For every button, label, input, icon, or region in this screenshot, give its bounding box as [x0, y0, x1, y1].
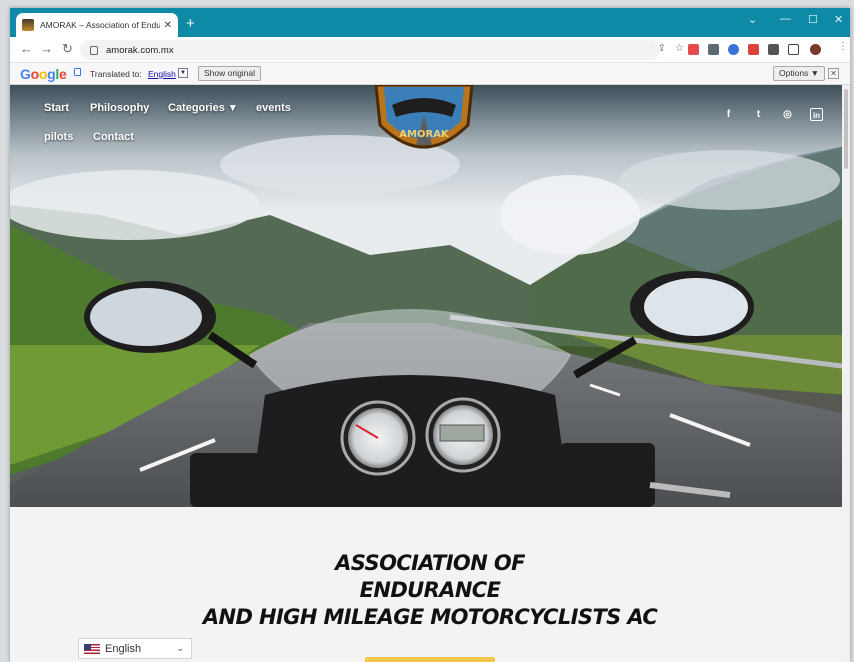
extension-2-icon[interactable] [708, 44, 719, 55]
linkedin-icon[interactable]: in [810, 108, 823, 121]
heading-line-2: ENDURANCE [359, 578, 501, 602]
secure-lock-icon [74, 68, 81, 76]
extensions-puzzle-icon[interactable] [768, 44, 779, 55]
new-tab-button[interactable]: + [186, 15, 195, 32]
google-logo: Google [20, 66, 67, 82]
forward-icon[interactable]: → [40, 41, 53, 56]
bookmark-star-icon[interactable]: ☆ [675, 43, 684, 54]
tab-strip: AMORAK – Association of Endur... ✕ + ⌄ —… [10, 8, 850, 37]
translate-bar: Google Translated to: English ▼ Show ori… [10, 63, 850, 85]
heading-line-1: ASSOCIATION OF [335, 551, 525, 575]
main-content: ASSOCIATION OF ENDURANCE AND HIGH MILEAG… [10, 507, 850, 662]
profile-avatar[interactable] [810, 44, 821, 55]
browser-tab[interactable]: AMORAK – Association of Endur... ✕ [16, 13, 178, 37]
hero-image: Start Philosophy Categories ▾ events pil… [10, 85, 850, 507]
categories-chevron-icon[interactable]: ▾ [230, 101, 236, 114]
minimize-icon[interactable]: — [780, 13, 791, 25]
language-selector[interactable]: English ⌄ [78, 638, 192, 659]
nav-philosophy[interactable]: Philosophy [90, 102, 149, 114]
lock-icon [90, 45, 98, 55]
address-bar[interactable]: amorak.com.mx [80, 40, 660, 60]
logo-text: AMORAK [399, 129, 450, 140]
page-heading: ASSOCIATION OF ENDURANCE AND HIGH MILEAG… [10, 550, 850, 631]
share-icon[interactable]: ⇪ [658, 43, 666, 54]
instagram-icon[interactable]: ◎ [781, 108, 794, 121]
options-button[interactable]: Options ▼ [773, 66, 826, 81]
translate-close-icon[interactable]: ✕ [828, 68, 839, 79]
site-favicon-icon [22, 19, 34, 31]
window-close-icon[interactable]: ✕ [834, 13, 843, 26]
browser-toolbar: ← → ↻ amorak.com.mx ⇪ ☆ ⋮ [10, 37, 850, 63]
heading-line-3: AND HIGH MILEAGE MOTORCYCLISTS AC [202, 605, 658, 629]
url-text: amorak.com.mx [106, 44, 174, 56]
extension-1-icon[interactable] [688, 44, 699, 55]
maximize-icon[interactable]: ☐ [808, 13, 818, 26]
us-flag-icon [84, 643, 100, 654]
browser-window: AMORAK – Association of Endur... ✕ + ⌄ —… [10, 8, 850, 662]
side-panel-icon[interactable] [788, 44, 799, 55]
twitter-icon[interactable]: t [752, 108, 765, 121]
tab-search-icon[interactable]: ⌄ [748, 13, 757, 26]
nav-pilots[interactable]: pilots [44, 131, 73, 143]
extension-4-icon[interactable] [748, 44, 759, 55]
reload-icon[interactable]: ↻ [62, 41, 73, 57]
nav-events[interactable]: events [256, 102, 291, 114]
extension-3-icon[interactable] [728, 44, 739, 55]
nav-categories[interactable]: Categories [168, 102, 225, 114]
target-language-link[interactable]: English [148, 69, 176, 79]
page-scrollbar[interactable] [842, 85, 850, 662]
tab-close-icon[interactable]: ✕ [164, 20, 172, 31]
menu-dots-icon[interactable]: ⋮ [838, 41, 848, 52]
facebook-icon[interactable]: f [722, 108, 735, 121]
nav-start[interactable]: Start [44, 102, 69, 114]
language-selector-value: English [105, 642, 142, 655]
scrollbar-thumb[interactable] [844, 89, 848, 169]
back-icon[interactable]: ← [20, 41, 33, 56]
nav-contact[interactable]: Contact [93, 131, 134, 143]
highlight-bar [365, 657, 495, 662]
language-dropdown-icon[interactable]: ▼ [178, 68, 188, 78]
amorak-logo[interactable]: AMORAK [372, 85, 476, 159]
show-original-button[interactable]: Show original [198, 66, 262, 81]
tab-title: AMORAK – Association of Endur... [40, 20, 160, 30]
chevron-down-icon: ⌄ [176, 643, 184, 653]
translated-to-label: Translated to: [90, 69, 142, 79]
